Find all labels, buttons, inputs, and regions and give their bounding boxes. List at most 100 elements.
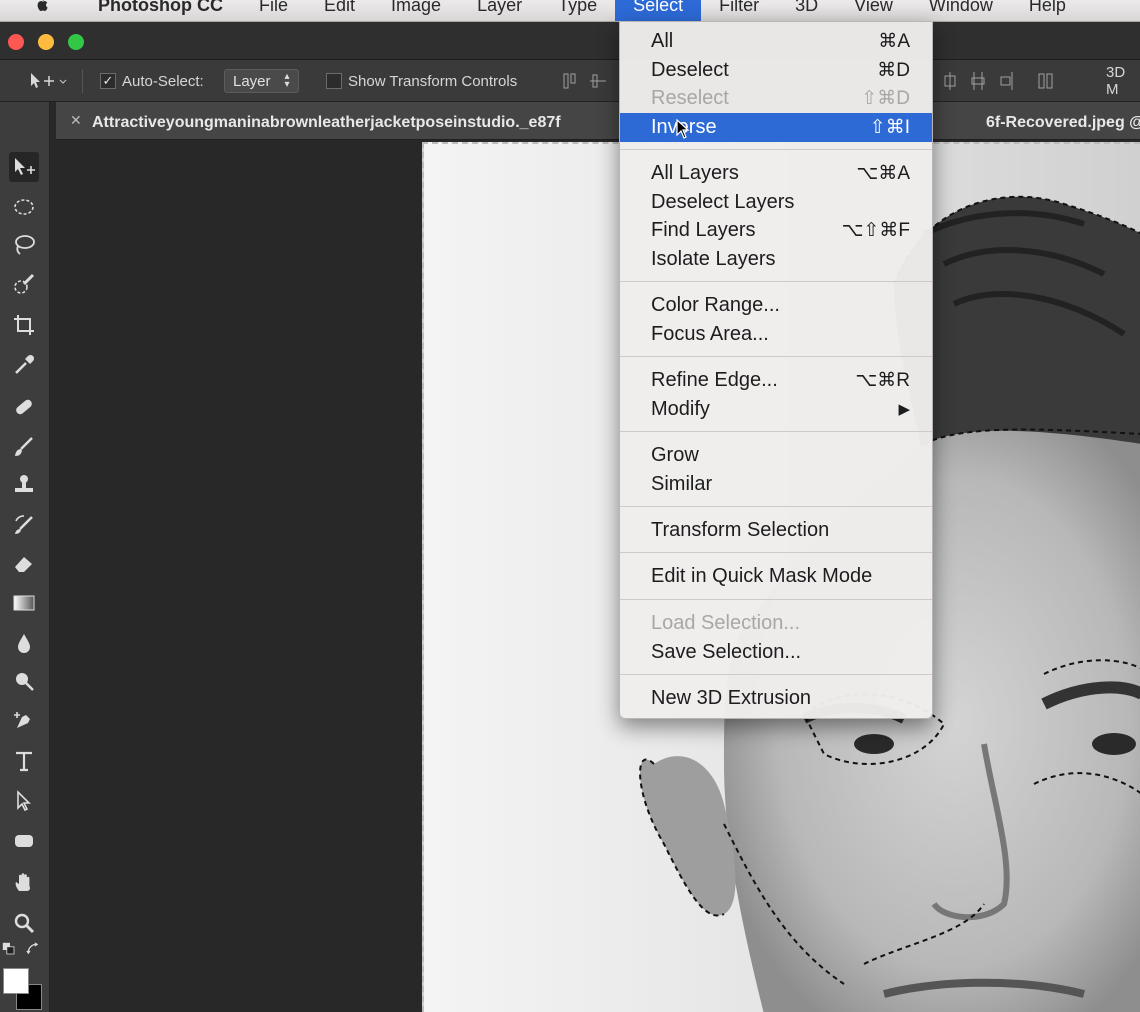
menu-item-all-layers[interactable]: All Layers ⌥⌘A xyxy=(620,159,932,188)
menu-item-shortcut: ⌘D xyxy=(877,60,910,81)
window-minimize-button[interactable] xyxy=(38,34,54,50)
crop-icon[interactable] xyxy=(9,310,39,340)
menu-item-transform-selection[interactable]: Transform Selection xyxy=(620,516,932,545)
quick-selection-icon[interactable] xyxy=(9,270,39,300)
menu-filter[interactable]: Filter xyxy=(701,0,777,21)
menu-item-label: Color Range... xyxy=(651,294,780,316)
history-brush-icon[interactable] xyxy=(9,510,39,540)
distribute-horizontal-icon[interactable] xyxy=(942,72,958,90)
blur-icon[interactable] xyxy=(9,628,39,658)
menu-help[interactable]: Help xyxy=(1011,0,1084,21)
menu-item-deselect-layers[interactable]: Deselect Layers xyxy=(620,188,932,217)
distribute-right-icon[interactable] xyxy=(998,72,1014,90)
menu-item-save-selection[interactable]: Save Selection... xyxy=(620,638,932,667)
auto-select-value: Layer xyxy=(233,72,271,90)
show-transform-option[interactable]: Show Transform Controls xyxy=(326,60,517,102)
lasso-icon[interactable] xyxy=(9,230,39,260)
menu-item-inverse[interactable]: Inverse ⇧⌘I xyxy=(620,113,932,142)
menu-item-label: New 3D Extrusion xyxy=(651,687,812,709)
menu-item-color-range[interactable]: Color Range... xyxy=(620,291,932,320)
menu-item-shortcut: ⌥⌘R xyxy=(855,370,910,391)
align-top-icon[interactable] xyxy=(562,72,578,90)
menu-item-label: Grow xyxy=(651,444,699,466)
show-transform-checkbox[interactable] xyxy=(326,73,342,89)
menu-item-reselect: Reselect ⇧⌘D xyxy=(620,84,932,113)
eyedropper-icon[interactable] xyxy=(9,350,39,380)
mode-3d-label[interactable]: 3D M xyxy=(1106,60,1140,102)
auto-select-option[interactable]: ✓ Auto-Select: xyxy=(100,60,204,102)
move-tool-icon[interactable] xyxy=(9,152,39,182)
auto-align-icon[interactable] xyxy=(1038,72,1054,90)
menu-app-photoshop[interactable]: Photoshop CC xyxy=(82,0,241,21)
menu-item-shortcut: ⇧⌘I xyxy=(869,117,910,138)
auto-select-checkbox[interactable]: ✓ xyxy=(100,73,116,89)
menu-item-focus-area[interactable]: Focus Area... xyxy=(620,320,932,349)
menu-item-label: Transform Selection xyxy=(651,519,830,541)
menu-item-shortcut: ⌘A xyxy=(878,31,910,52)
menu-separator xyxy=(620,149,932,150)
menu-item-new-3d-extrusion[interactable]: New 3D Extrusion xyxy=(620,684,932,713)
default-colors-icon[interactable] xyxy=(0,940,20,960)
options-separator xyxy=(82,69,83,93)
menu-3d[interactable]: 3D xyxy=(777,0,836,21)
type-icon[interactable] xyxy=(9,746,39,776)
zoom-icon[interactable] xyxy=(9,908,39,938)
menu-item-label: Find Layers xyxy=(651,219,756,241)
menu-view[interactable]: View xyxy=(836,0,911,21)
swap-colors-icon[interactable] xyxy=(24,940,44,960)
document-tab[interactable]: ✕ Attractiveyoungmaninabrownleatherjacke… xyxy=(56,102,1140,140)
auto-select-dropdown[interactable]: Layer ▴ ▾ xyxy=(224,69,299,93)
align-middle-icon[interactable] xyxy=(590,72,606,90)
move-tool-preset[interactable] xyxy=(28,60,68,102)
menu-item-similar[interactable]: Similar xyxy=(620,470,932,499)
menu-item-label: All xyxy=(651,30,674,52)
foreground-color-swatch[interactable] xyxy=(3,968,29,994)
apple-icon[interactable] xyxy=(32,0,52,13)
menu-item-find-layers[interactable]: Find Layers ⌥⇧⌘F xyxy=(620,216,932,245)
dropdown-arrows-icon: ▴ ▾ xyxy=(284,71,290,90)
options-bar: ✓ Auto-Select: Layer ▴ ▾ Show Transform C… xyxy=(0,60,1140,102)
menu-layer[interactable]: Layer xyxy=(459,0,540,21)
menu-item-label: Modify xyxy=(651,398,710,420)
menu-item-quick-mask[interactable]: Edit in Quick Mask Mode xyxy=(620,562,932,591)
menu-item-shortcut: ⇧⌘D xyxy=(861,88,910,109)
menu-bar: Photoshop CC File Edit Image Layer Type … xyxy=(0,0,1140,22)
elliptical-marquee-icon[interactable] xyxy=(9,192,39,222)
menu-item-refine-edge[interactable]: Refine Edge... ⌥⌘R xyxy=(620,366,932,395)
menu-item-label: Save Selection... xyxy=(651,641,802,663)
eraser-icon[interactable] xyxy=(9,548,39,578)
menu-item-label: Deselect Layers xyxy=(651,191,795,213)
window-close-button[interactable] xyxy=(8,34,24,50)
clone-stamp-icon[interactable] xyxy=(9,470,39,500)
menu-separator xyxy=(620,281,932,282)
menu-image[interactable]: Image xyxy=(373,0,459,21)
menu-item-grow[interactable]: Grow xyxy=(620,441,932,470)
menu-item-all[interactable]: All ⌘A xyxy=(620,27,932,56)
menu-edit[interactable]: Edit xyxy=(306,0,373,21)
menu-type[interactable]: Type xyxy=(540,0,615,21)
dodge-icon[interactable] xyxy=(9,666,39,696)
gradient-icon[interactable] xyxy=(9,588,39,618)
document-tab-title-end: 6f-Recovered.jpeg @ 43. xyxy=(986,114,1140,131)
tools-panel xyxy=(0,102,50,1012)
rectangle-shape-icon[interactable] xyxy=(9,826,39,856)
window-maximize-button[interactable] xyxy=(68,34,84,50)
menu-item-modify[interactable]: Modify ▶ xyxy=(620,395,932,424)
menu-item-label: Edit in Quick Mask Mode xyxy=(651,565,873,587)
menu-select[interactable]: Select xyxy=(615,0,702,21)
menu-item-deselect[interactable]: Deselect ⌘D xyxy=(620,56,932,85)
menu-window[interactable]: Window xyxy=(911,0,1011,21)
brush-icon[interactable] xyxy=(9,432,39,462)
pen-icon[interactable] xyxy=(9,706,39,736)
show-transform-label: Show Transform Controls xyxy=(348,72,518,90)
path-selection-icon[interactable] xyxy=(9,786,39,816)
menu-item-load-selection: Load Selection... xyxy=(620,609,932,638)
menu-item-isolate-layers[interactable]: Isolate Layers xyxy=(620,245,932,274)
close-tab-icon[interactable]: ✕ xyxy=(70,112,82,129)
menu-item-label: Deselect xyxy=(651,59,729,81)
hand-icon[interactable] xyxy=(9,868,39,898)
menu-file[interactable]: File xyxy=(241,0,306,21)
healing-brush-icon[interactable] xyxy=(9,392,39,422)
menu-separator xyxy=(620,431,932,432)
distribute-center-icon[interactable] xyxy=(970,72,986,90)
